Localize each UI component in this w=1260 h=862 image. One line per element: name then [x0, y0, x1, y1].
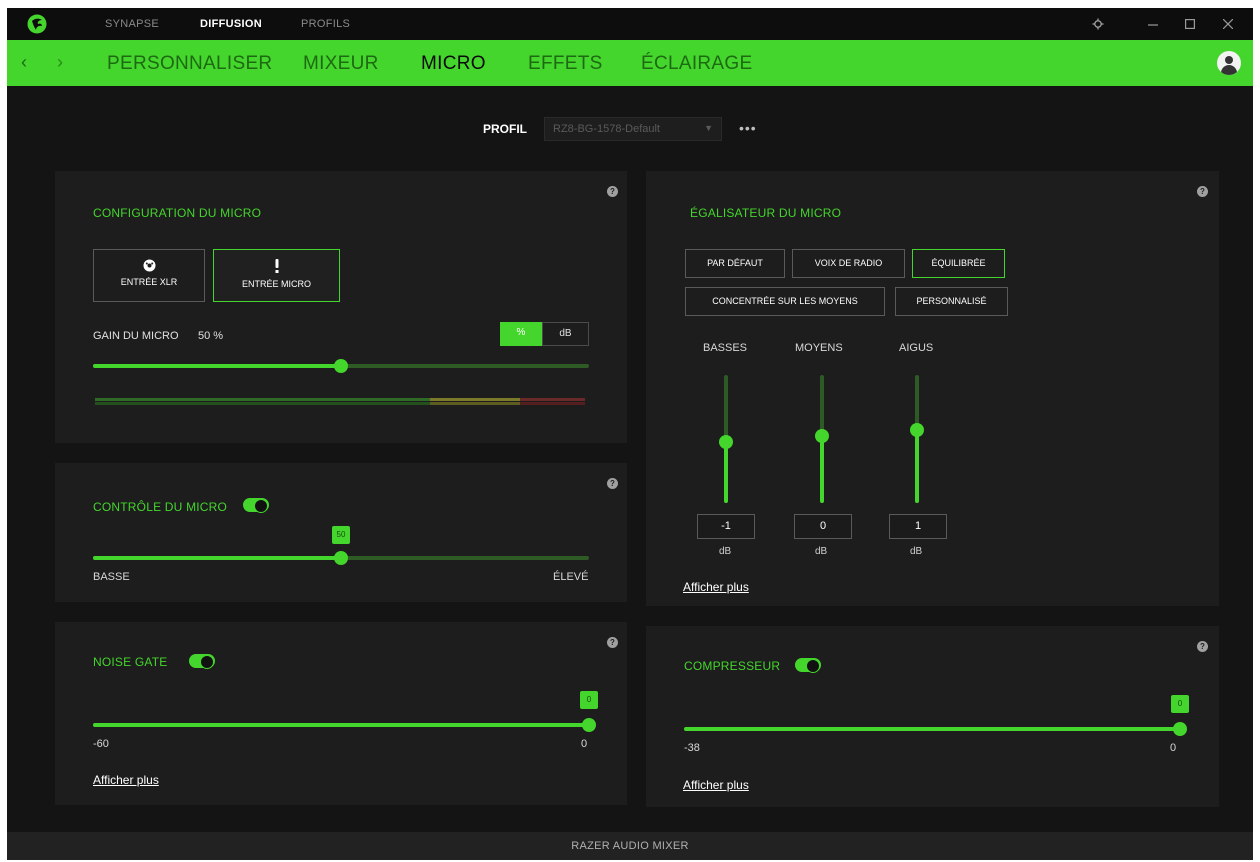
eq-mids-slider-fill — [820, 436, 824, 503]
noise-gate-max-label: 0 — [581, 738, 588, 750]
compressor-max-label: 0 — [1170, 742, 1177, 754]
forward-arrow-icon[interactable]: › — [57, 52, 63, 73]
xlr-input-label: ENTRÉE XLR — [120, 277, 178, 287]
noise-gate-show-more-link[interactable]: Afficher plus — [93, 773, 159, 787]
tab-eclairage[interactable]: ÉCLAIRAGE — [641, 53, 752, 75]
mic-monitor-toggle[interactable] — [243, 498, 269, 513]
xlr-input-button[interactable]: ENTRÉE XLR — [93, 249, 205, 302]
mic-level-meter — [95, 398, 585, 405]
settings-gear-icon[interactable] — [1087, 14, 1109, 34]
mic-equalizer-panel: ? ÉGALISATEUR DU MICRO PAR DÉFAUT VOIX D… — [646, 171, 1219, 606]
noise-gate-slider-track[interactable] — [93, 723, 589, 727]
eq-bass-unit: dB — [719, 546, 732, 557]
compressor-title: COMPRESSEUR — [684, 659, 781, 673]
mic-gain-value: 50 % — [198, 330, 224, 342]
compressor-panel: ? COMPRESSEUR 0 -38 0 Afficher plus — [646, 626, 1219, 807]
compressor-value: 0 — [1171, 695, 1189, 713]
mic-monitor-slider-thumb[interactable] — [334, 551, 348, 565]
eq-treble-slider-fill — [915, 430, 919, 503]
mic-monitor-value: 50 — [332, 526, 350, 544]
noise-gate-min-label: -60 — [93, 738, 109, 750]
unit-db-toggle[interactable]: dB — [542, 322, 589, 346]
eq-mids-value-input[interactable]: 0 — [794, 514, 852, 539]
compressor-slider-thumb[interactable] — [1173, 722, 1187, 736]
tab-effets[interactable]: EFFETS — [528, 53, 603, 75]
compressor-min-label: -38 — [684, 742, 700, 754]
nav-bar: ‹ › PERSONNALISER MIXEUR MICRO EFFETS ÉC… — [7, 40, 1253, 86]
tab-profils[interactable]: PROFILS — [301, 18, 350, 30]
noise-gate-value: 0 — [580, 691, 598, 709]
compressor-slider-fill — [684, 727, 1180, 731]
tab-synapse[interactable]: SYNAPSE — [105, 18, 159, 30]
profile-label: PROFIL — [483, 122, 527, 136]
preset-balanced-button[interactable]: ÉQUILIBRÉE — [912, 249, 1005, 278]
app-window: SYNAPSE DIFFUSION PROFILS ‹ › PERSONNALI… — [7, 8, 1253, 860]
minimize-icon[interactable] — [1142, 14, 1164, 34]
eq-mids-slider-thumb[interactable] — [815, 429, 829, 444]
microphone-icon — [214, 259, 339, 276]
help-icon[interactable]: ? — [607, 478, 618, 489]
title-bar: SYNAPSE DIFFUSION PROFILS — [7, 8, 1253, 40]
mic-gain-label: GAIN DU MICRO — [93, 330, 179, 342]
noise-gate-title: NOISE GATE — [93, 655, 168, 669]
noise-gate-slider-thumb[interactable] — [582, 718, 596, 732]
eq-treble-slider-track[interactable] — [915, 375, 919, 503]
equalizer-show-more-link[interactable]: Afficher plus — [683, 580, 749, 594]
tab-micro[interactable]: MICRO — [421, 53, 486, 75]
eq-bass-label: BASSES — [703, 342, 748, 354]
preset-default-button[interactable]: PAR DÉFAUT — [685, 249, 785, 278]
user-avatar[interactable] — [1217, 51, 1241, 75]
xlr-icon — [94, 259, 204, 274]
preset-custom-button[interactable]: PERSONNALISÉ — [895, 287, 1008, 316]
chevron-down-icon: ▼ — [704, 123, 713, 133]
close-icon[interactable] — [1217, 14, 1239, 34]
profile-dropdown[interactable]: RZ8-BG-1578-Default ▼ — [544, 117, 722, 141]
noise-gate-slider-fill — [93, 723, 589, 727]
footer-bar: RAZER AUDIO MIXER — [7, 832, 1253, 860]
eq-treble-unit: dB — [910, 546, 923, 557]
eq-bass-slider-fill — [724, 441, 728, 503]
footer-label: RAZER AUDIO MIXER — [571, 840, 689, 852]
eq-mids-unit: dB — [815, 546, 828, 557]
noise-gate-panel: ? NOISE GATE 0 -60 0 Afficher plus — [55, 622, 627, 805]
profile-more-options-icon[interactable]: ••• — [739, 120, 757, 136]
eq-bass-slider-thumb[interactable] — [719, 434, 733, 449]
compressor-toggle[interactable] — [795, 658, 821, 673]
help-icon[interactable]: ? — [607, 637, 618, 648]
mic-input-label: ENTRÉE MICRO — [241, 279, 311, 289]
mic-monitor-slider-fill — [93, 556, 341, 560]
mic-monitor-panel: ? CONTRÔLE DU MICRO 50 BASSE ÉLEVÉ — [55, 463, 627, 602]
eq-treble-label: AIGUS — [899, 342, 934, 354]
eq-bass-value-input[interactable]: -1 — [697, 514, 755, 539]
eq-treble-slider-thumb[interactable] — [910, 423, 924, 438]
eq-treble-value-input[interactable]: 1 — [889, 514, 947, 539]
maximize-icon[interactable] — [1179, 14, 1201, 34]
razer-logo-icon — [27, 14, 47, 34]
mic-monitor-min-label: BASSE — [93, 571, 130, 583]
equalizer-title: ÉGALISATEUR DU MICRO — [690, 206, 842, 220]
compressor-show-more-link[interactable]: Afficher plus — [683, 778, 749, 792]
mic-gain-slider-thumb[interactable] — [334, 359, 348, 373]
profile-selected-value: RZ8-BG-1578-Default — [553, 123, 660, 135]
mic-gain-slider-fill — [93, 364, 341, 368]
unit-percent-toggle[interactable]: % — [500, 322, 542, 346]
compressor-slider-track[interactable] — [684, 727, 1180, 731]
preset-mids-focus-button[interactable]: CONCENTRÉE SUR LES MOYENS — [685, 287, 885, 316]
back-arrow-icon[interactable]: ‹ — [21, 52, 27, 73]
mic-config-title: CONFIGURATION DU MICRO — [93, 206, 262, 220]
eq-mids-label: MOYENS — [795, 342, 843, 354]
tab-personnaliser[interactable]: PERSONNALISER — [107, 53, 272, 75]
tab-diffusion[interactable]: DIFFUSION — [200, 18, 262, 30]
mic-monitor-title: CONTRÔLE DU MICRO — [93, 500, 228, 514]
mic-input-button[interactable]: ENTRÉE MICRO — [213, 249, 340, 302]
mic-config-panel: ? CONFIGURATION DU MICRO ENTRÉE XLR ENTR… — [55, 171, 627, 443]
help-icon[interactable]: ? — [607, 186, 618, 197]
mic-monitor-max-label: ÉLEVÉ — [553, 571, 589, 583]
help-icon[interactable]: ? — [1197, 641, 1208, 652]
noise-gate-toggle[interactable] — [189, 654, 215, 669]
tab-mixeur[interactable]: MIXEUR — [303, 53, 379, 75]
preset-radio-voice-button[interactable]: VOIX DE RADIO — [792, 249, 905, 278]
help-icon[interactable]: ? — [1197, 186, 1208, 197]
